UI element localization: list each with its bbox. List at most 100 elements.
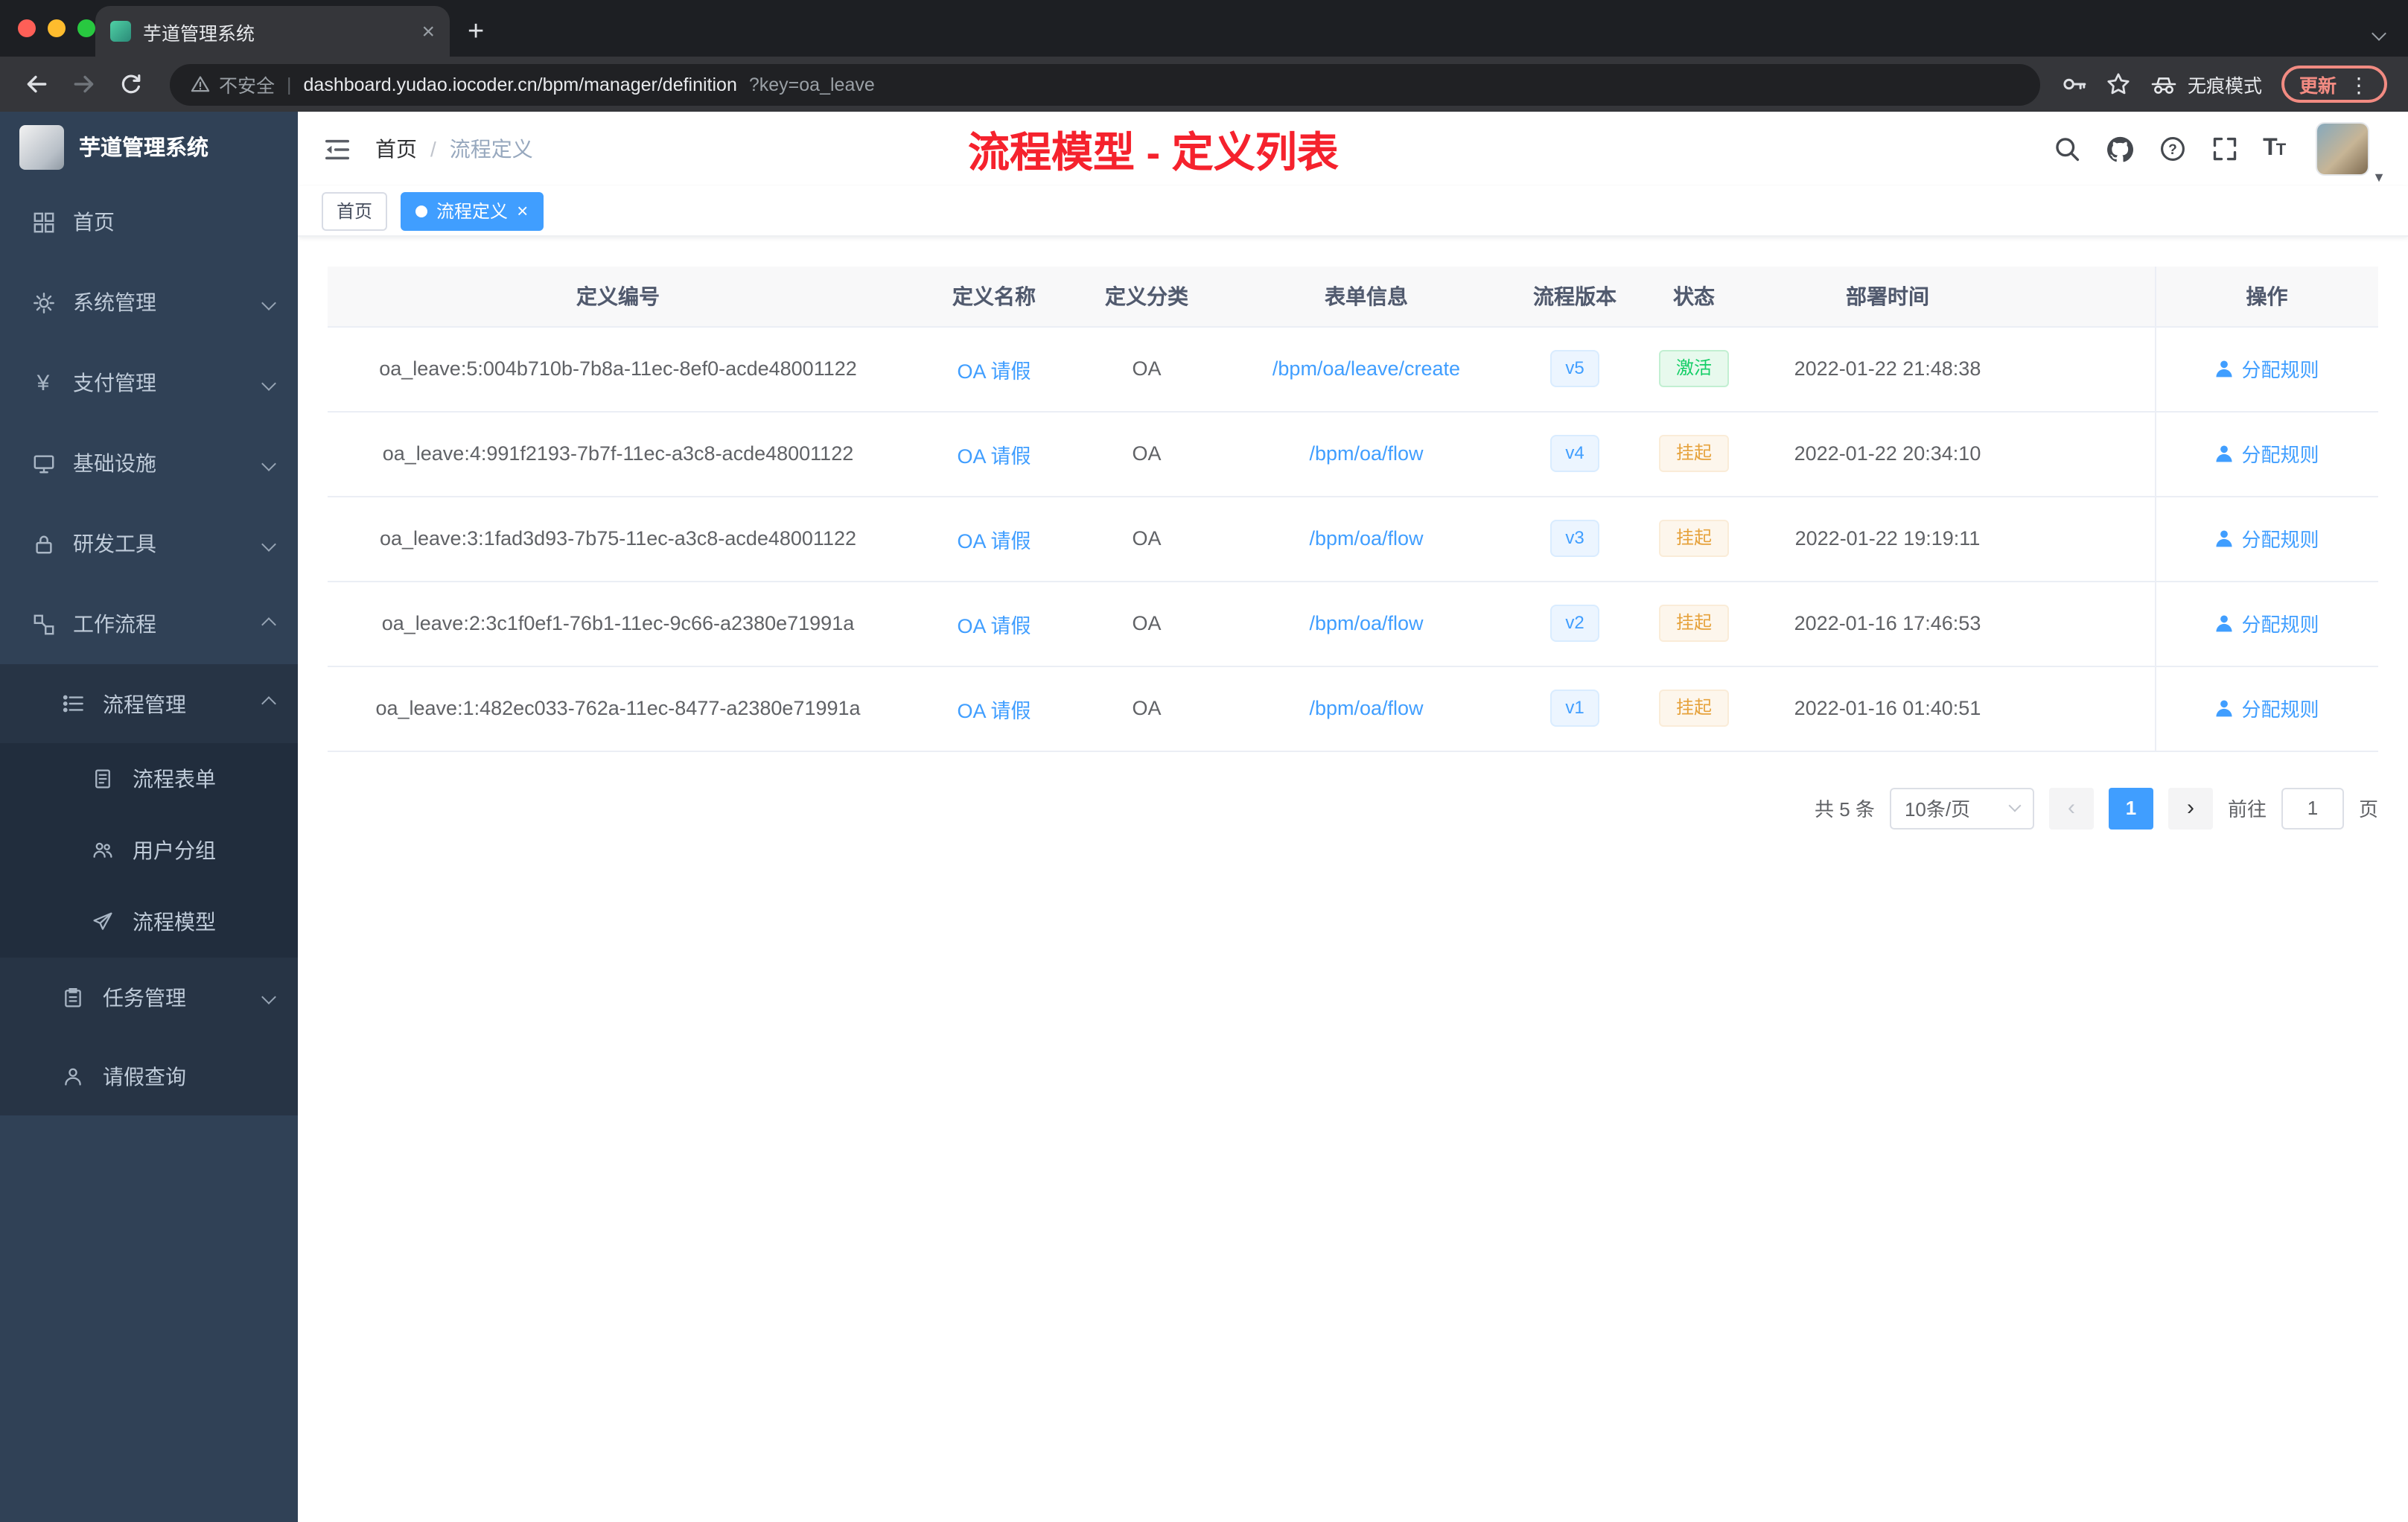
user-menu[interactable]: ▼ bbox=[2317, 124, 2386, 185]
search-icon[interactable] bbox=[2053, 136, 2080, 162]
pagination: 共 5 条 10条/页 ‹ 1 › 前往 页 bbox=[328, 751, 2378, 865]
status-badge: 挂起 bbox=[1659, 690, 1728, 727]
next-page-button[interactable]: › bbox=[2167, 787, 2213, 829]
clipboard-icon bbox=[60, 987, 86, 1007]
spacer-cell bbox=[2018, 326, 2155, 412]
chevron-down-icon bbox=[261, 536, 276, 551]
chevron-up-icon bbox=[261, 696, 276, 711]
close-window-button[interactable] bbox=[18, 19, 36, 37]
form-icon bbox=[89, 768, 116, 789]
back-button[interactable] bbox=[18, 66, 54, 102]
definition-name-link[interactable]: OA 请假 bbox=[957, 445, 1031, 467]
minimize-window-button[interactable] bbox=[48, 19, 66, 37]
deploy-time: 2022-01-16 17:46:53 bbox=[1757, 581, 2018, 666]
sidebar-item-payment[interactable]: ¥ 支付管理 bbox=[0, 343, 298, 423]
reload-button[interactable] bbox=[113, 66, 149, 102]
definition-name-link[interactable]: OA 请假 bbox=[957, 699, 1031, 722]
col-definition-name: 定义名称 bbox=[908, 267, 1080, 327]
pagination-total: 共 5 条 bbox=[1815, 798, 1875, 821]
fullscreen-icon[interactable] bbox=[2211, 136, 2237, 162]
status-badge: 激活 bbox=[1659, 350, 1728, 387]
browser-update-button[interactable]: 更新 ⋮ bbox=[2281, 66, 2387, 103]
sidebar-item-home[interactable]: 首页 bbox=[0, 182, 298, 262]
form-link[interactable]: /bpm/oa/flow bbox=[1309, 612, 1423, 634]
definition-category: OA bbox=[1080, 411, 1214, 497]
url-query-text: ?key=oa_leave bbox=[748, 74, 875, 95]
bookmark-star-icon[interactable] bbox=[2106, 71, 2131, 97]
tab-close-icon[interactable]: × bbox=[421, 20, 435, 42]
github-icon[interactable] bbox=[2105, 135, 2133, 163]
sidebar-item-process-form[interactable]: 流程表单 bbox=[0, 743, 298, 815]
sidebar-logo[interactable]: 芋道管理系统 bbox=[0, 112, 298, 182]
assign-rule-link[interactable]: 分配规则 bbox=[2214, 524, 2319, 553]
version-badge: v2 bbox=[1550, 605, 1599, 642]
incognito-badge: 无痕模式 bbox=[2150, 70, 2262, 98]
password-key-icon[interactable] bbox=[2061, 71, 2086, 97]
definition-id: oa_leave:4:991f2193-7b7f-11ec-a3c8-acde4… bbox=[328, 411, 908, 497]
sidebar-item-process-management[interactable]: 流程管理 bbox=[0, 664, 298, 743]
user-avatar[interactable] bbox=[2317, 124, 2369, 174]
breadcrumb-home[interactable]: 首页 bbox=[375, 134, 417, 164]
font-size-icon[interactable]: TT bbox=[2263, 136, 2286, 162]
sidebar-item-leave-query[interactable]: 请假查询 bbox=[0, 1037, 298, 1115]
goto-page-input[interactable] bbox=[2281, 787, 2344, 829]
sidebar-item-process-model[interactable]: 流程模型 bbox=[0, 886, 298, 958]
tab-search-chevron-icon[interactable] bbox=[2372, 26, 2386, 41]
sidebar-item-infrastructure[interactable]: 基础设施 bbox=[0, 423, 298, 503]
browser-tab[interactable]: 芋道管理系统 × bbox=[95, 6, 450, 57]
warning-icon bbox=[191, 76, 210, 92]
assign-rule-label: 分配规则 bbox=[2241, 529, 2319, 551]
definition-name-link[interactable]: OA 请假 bbox=[957, 529, 1031, 552]
deploy-time: 2022-01-16 01:40:51 bbox=[1757, 666, 2018, 751]
form-link[interactable]: /bpm/oa/flow bbox=[1309, 442, 1423, 465]
breadcrumb-current: 流程定义 bbox=[449, 137, 533, 161]
col-form-info: 表单信息 bbox=[1214, 267, 1519, 327]
yen-icon: ¥ bbox=[36, 370, 50, 395]
form-link[interactable]: /bpm/oa/leave/create bbox=[1273, 357, 1460, 380]
page-size-select[interactable]: 10条/页 bbox=[1889, 787, 2034, 829]
workflow-icon bbox=[30, 613, 57, 635]
assign-rule-link[interactable]: 分配规则 bbox=[2214, 439, 2319, 468]
new-tab-button[interactable]: + bbox=[468, 18, 484, 46]
sidebar-item-workflow[interactable]: 工作流程 bbox=[0, 584, 298, 664]
gear-icon bbox=[30, 291, 57, 313]
assign-rule-link[interactable]: 分配规则 bbox=[2214, 609, 2319, 637]
sidebar: 芋道管理系统 首页 系统管理 ¥ 支付管理 基础设施 研发工具 工作流程 流程管… bbox=[0, 112, 298, 1522]
deploy-time: 2022-01-22 21:48:38 bbox=[1757, 326, 2018, 412]
table-row: oa_leave:1:482ec033-762a-11ec-8477-a2380… bbox=[328, 666, 2378, 751]
tag-home[interactable]: 首页 bbox=[322, 191, 388, 230]
sidebar-item-user-group[interactable]: 用户分组 bbox=[0, 815, 298, 886]
user-icon bbox=[2216, 360, 2233, 378]
form-link[interactable]: /bpm/oa/flow bbox=[1309, 527, 1423, 550]
zoom-window-button[interactable] bbox=[77, 19, 95, 37]
active-dot bbox=[415, 205, 428, 217]
browser-menu-icon[interactable]: ⋮ bbox=[2348, 74, 2369, 95]
sidebar-item-label: 用户分组 bbox=[133, 838, 216, 862]
table-header-row: 定义编号 定义名称 定义分类 表单信息 流程版本 状态 部署时间 操作 bbox=[328, 267, 2378, 327]
user-icon bbox=[2216, 445, 2233, 462]
page-number-button[interactable]: 1 bbox=[2108, 787, 2153, 829]
sidebar-item-system[interactable]: 系统管理 bbox=[0, 262, 298, 343]
form-link[interactable]: /bpm/oa/flow bbox=[1309, 697, 1423, 719]
sidebar-fold-icon[interactable] bbox=[320, 133, 353, 165]
sidebar-item-task-management[interactable]: 任务管理 bbox=[0, 958, 298, 1037]
help-icon[interactable]: ? bbox=[2159, 136, 2185, 162]
status-badge: 挂起 bbox=[1659, 435, 1728, 472]
paper-plane-icon bbox=[89, 911, 116, 932]
sidebar-item-dev-tools[interactable]: 研发工具 bbox=[0, 503, 298, 584]
definition-name-link[interactable]: OA 请假 bbox=[957, 360, 1031, 382]
table-row: oa_leave:4:991f2193-7b7f-11ec-a3c8-acde4… bbox=[328, 411, 2378, 497]
definition-id: oa_leave:3:1fad3d93-7b75-11ec-a3c8-acde4… bbox=[328, 496, 908, 582]
tag-close-icon[interactable]: × bbox=[517, 201, 528, 220]
tag-process-definition[interactable]: 流程定义 × bbox=[401, 191, 544, 230]
forward-button[interactable] bbox=[66, 66, 101, 102]
security-indicator[interactable]: 不安全 bbox=[191, 70, 275, 98]
address-bar[interactable]: 不安全 | dashboard.yudao.iocoder.cn/bpm/man… bbox=[170, 63, 2040, 105]
dashboard-icon bbox=[30, 211, 57, 233]
assign-rule-link[interactable]: 分配规则 bbox=[2214, 694, 2319, 722]
browser-tabstrip: 芋道管理系统 × + bbox=[0, 0, 2408, 57]
assign-rule-link[interactable]: 分配规则 bbox=[2214, 354, 2319, 383]
tab-favicon-icon bbox=[110, 21, 131, 42]
prev-page-button[interactable]: ‹ bbox=[2048, 787, 2094, 829]
definition-name-link[interactable]: OA 请假 bbox=[957, 614, 1031, 637]
